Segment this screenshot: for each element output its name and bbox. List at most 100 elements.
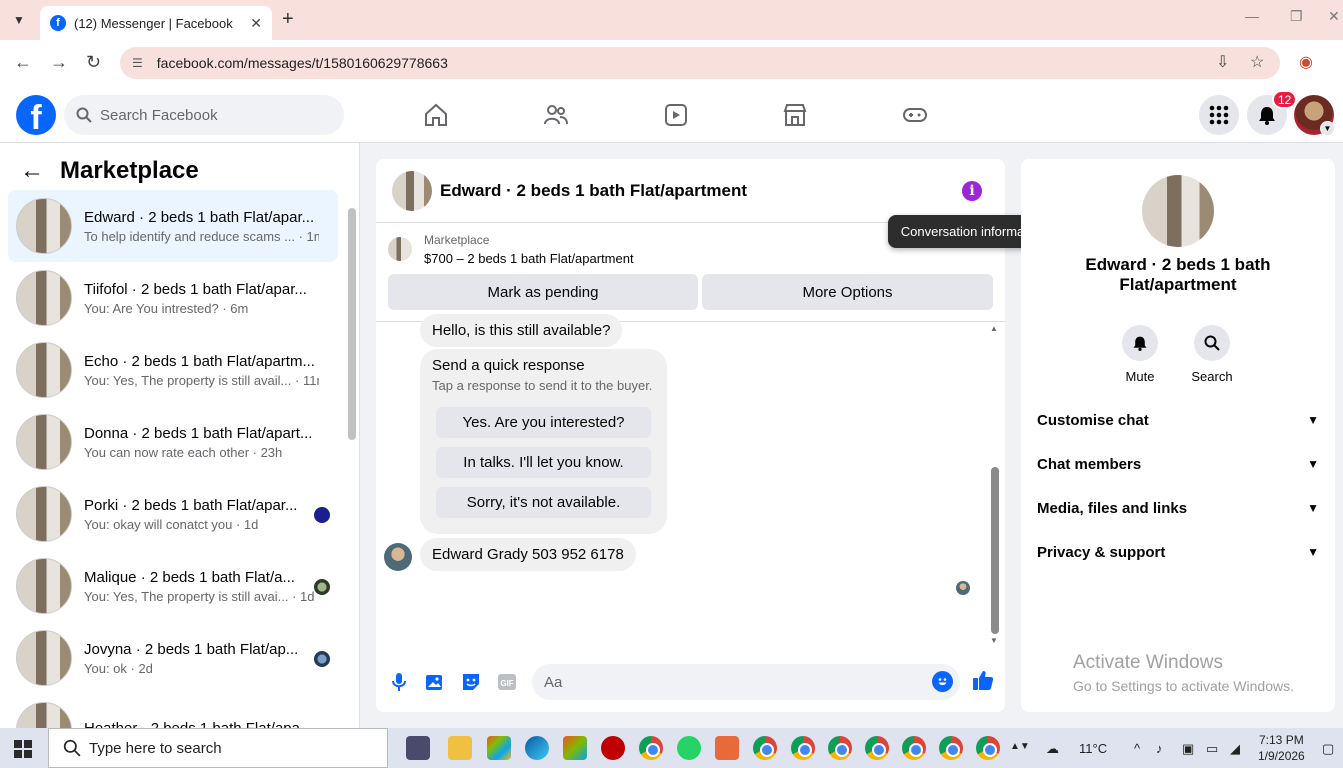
chrome-icon[interactable] [639, 736, 663, 760]
taskbar-overflow-icon[interactable]: ▲▼ [1010, 741, 1030, 752]
browser-tab[interactable]: f (12) Messenger | Facebook ✕ [40, 6, 272, 40]
chrome-icon[interactable] [939, 736, 963, 760]
marketplace-icon[interactable] [782, 102, 808, 128]
weather-icon[interactable]: ☁ [1046, 741, 1059, 757]
network-icon[interactable]: ▣ [1182, 741, 1194, 757]
temperature-label[interactable]: 11°C [1079, 741, 1107, 756]
app-icon[interactable] [601, 736, 625, 760]
details-avatar[interactable] [1142, 175, 1214, 247]
conversation-item[interactable]: Echo · 2 beds 1 bath Flat/apartm... You:… [8, 334, 338, 406]
url-bar[interactable]: ☰ facebook.com/messages/t/15801606297786… [120, 47, 1280, 79]
restore-icon[interactable]: ❐ [1290, 8, 1303, 25]
sender-avatar[interactable] [384, 543, 412, 571]
message-input[interactable]: Aa [532, 664, 960, 700]
close-tab-icon[interactable]: ✕ [250, 15, 262, 32]
conversation-preview: You: Yes, The property is still avail...… [84, 372, 319, 388]
quick-reply-button[interactable]: In talks. I'll let you know. [436, 447, 651, 478]
video-icon[interactable] [663, 102, 689, 128]
tab-search-button[interactable]: ▼ [6, 8, 32, 32]
sidebar-scrollbar-thumb[interactable] [348, 208, 356, 440]
scroll-down-arrow-icon[interactable]: ▼ [990, 636, 998, 645]
chrome-icon[interactable] [791, 736, 815, 760]
sidebar-title: Marketplace [60, 157, 199, 184]
privacy-support-section[interactable]: Privacy & support ▼ [1037, 530, 1319, 574]
gif-icon[interactable]: GIF [496, 671, 518, 693]
chrome-icon[interactable] [865, 736, 889, 760]
home-icon[interactable] [423, 102, 449, 128]
new-tab-button[interactable]: + [282, 8, 294, 31]
install-app-icon[interactable]: ⇩ [1216, 52, 1229, 72]
conversation-item[interactable]: Donna · 2 beds 1 bath Flat/apart... You … [8, 406, 338, 478]
search-icon [1194, 325, 1230, 361]
tray-chevron-icon[interactable]: ^ [1134, 741, 1140, 756]
friends-icon[interactable] [543, 102, 569, 128]
mute-button[interactable]: Mute [1110, 325, 1170, 384]
taskbar-clock[interactable]: 7:13 PM 1/9/2026 [1258, 732, 1305, 764]
wifi-icon[interactable]: ◢ [1230, 741, 1240, 757]
taskbar-search-input[interactable]: Type here to search [48, 728, 388, 768]
scroll-up-arrow-icon[interactable]: ▲ [990, 324, 998, 333]
listing-title: $700 – 2 beds 1 bath Flat/apartment [424, 251, 634, 266]
more-options-button[interactable]: More Options [702, 274, 993, 310]
office-icon[interactable] [487, 736, 511, 760]
chrome-icon[interactable] [976, 736, 1000, 760]
notification-badge: 12 [1272, 90, 1298, 109]
emoji-icon[interactable] [932, 671, 953, 692]
account-chevron-icon[interactable]: ▼ [1320, 121, 1335, 136]
profile-icon[interactable]: ◉ [1299, 52, 1313, 72]
chat-avatar[interactable] [392, 170, 432, 211]
site-info-icon[interactable]: ☰ [132, 56, 143, 70]
conversation-item[interactable]: Edward · 2 beds 1 bath Flat/apar... To h… [8, 190, 338, 262]
chrome-icon[interactable] [753, 736, 777, 760]
microsoft-store-icon[interactable] [563, 736, 587, 760]
conversation-item[interactable]: Porki · 2 beds 1 bath Flat/apar... You: … [8, 478, 338, 550]
chrome-icon[interactable] [828, 736, 852, 760]
listing-thumbnail [16, 414, 72, 470]
search-conversation-button[interactable]: Search [1182, 325, 1242, 384]
conversation-preview: You: Are You intrested? · 6m [84, 300, 249, 316]
conversation-item[interactable]: Jovyna · 2 beds 1 bath Flat/ap... You: o… [8, 622, 338, 694]
listing-banner[interactable]: Marketplace $700 – 2 beds 1 bath Flat/ap… [388, 233, 634, 266]
chat-title[interactable]: Edward · 2 beds 1 bath Flat/apartment [440, 181, 747, 201]
chat-members-section[interactable]: Chat members ▼ [1037, 442, 1319, 486]
forward-icon[interactable]: → [50, 52, 68, 73]
windows-start-icon[interactable] [14, 740, 32, 758]
chat-scrollbar-thumb[interactable] [991, 467, 999, 634]
conversation-info-icon[interactable]: i [962, 181, 982, 201]
back-arrow-icon[interactable]: ← [20, 157, 44, 185]
back-icon[interactable]: ← [14, 52, 32, 73]
menu-grid-icon[interactable] [1199, 95, 1239, 135]
file-explorer-icon[interactable] [448, 736, 472, 760]
conversation-item[interactable]: Malique · 2 beds 1 bath Flat/a... You: Y… [8, 550, 338, 622]
task-view-icon[interactable] [406, 736, 430, 760]
bookmark-star-icon[interactable]: ☆ [1250, 52, 1264, 72]
edge-icon[interactable] [525, 736, 549, 760]
conversation-item[interactable]: Heather · 2 beds 1 bath Flat/apa... [8, 694, 338, 728]
chrome-icon[interactable] [902, 736, 926, 760]
thumbs-up-icon[interactable] [972, 669, 994, 691]
close-window-icon[interactable]: ✕ [1328, 8, 1340, 25]
gaming-icon[interactable] [902, 102, 928, 128]
seen-avatar [314, 507, 330, 523]
photo-icon[interactable] [424, 671, 446, 693]
app-icon[interactable] [715, 736, 739, 760]
volume-icon[interactable]: ♪ [1156, 741, 1163, 756]
sticker-icon[interactable] [460, 671, 482, 693]
microphone-icon[interactable] [388, 671, 410, 693]
minimize-icon[interactable]: — [1245, 8, 1259, 24]
conversation-name: Porki · 2 beds 1 bath Flat/apar... [84, 496, 298, 514]
chevron-down-icon: ▼ [1307, 457, 1319, 471]
media-files-links-section[interactable]: Media, files and links ▼ [1037, 486, 1319, 530]
facebook-logo-icon[interactable]: f [16, 95, 56, 135]
battery-icon[interactable]: ▭ [1206, 741, 1218, 757]
notification-center-icon[interactable]: ▢ [1322, 741, 1334, 757]
search-facebook-input[interactable]: Search Facebook [64, 95, 344, 135]
customise-chat-section[interactable]: Customise chat ▼ [1037, 398, 1319, 442]
conversation-preview: You: ok · 2d [84, 660, 153, 676]
conversation-item[interactable]: Tiifofol · 2 beds 1 bath Flat/apar... Yo… [8, 262, 338, 334]
quick-reply-button[interactable]: Yes. Are you interested? [436, 407, 651, 438]
quick-reply-button[interactable]: Sorry, it's not available. [436, 487, 651, 518]
whatsapp-icon[interactable] [677, 736, 701, 760]
mark-pending-button[interactable]: Mark as pending [388, 274, 698, 310]
reload-icon[interactable]: ↻ [86, 52, 101, 73]
